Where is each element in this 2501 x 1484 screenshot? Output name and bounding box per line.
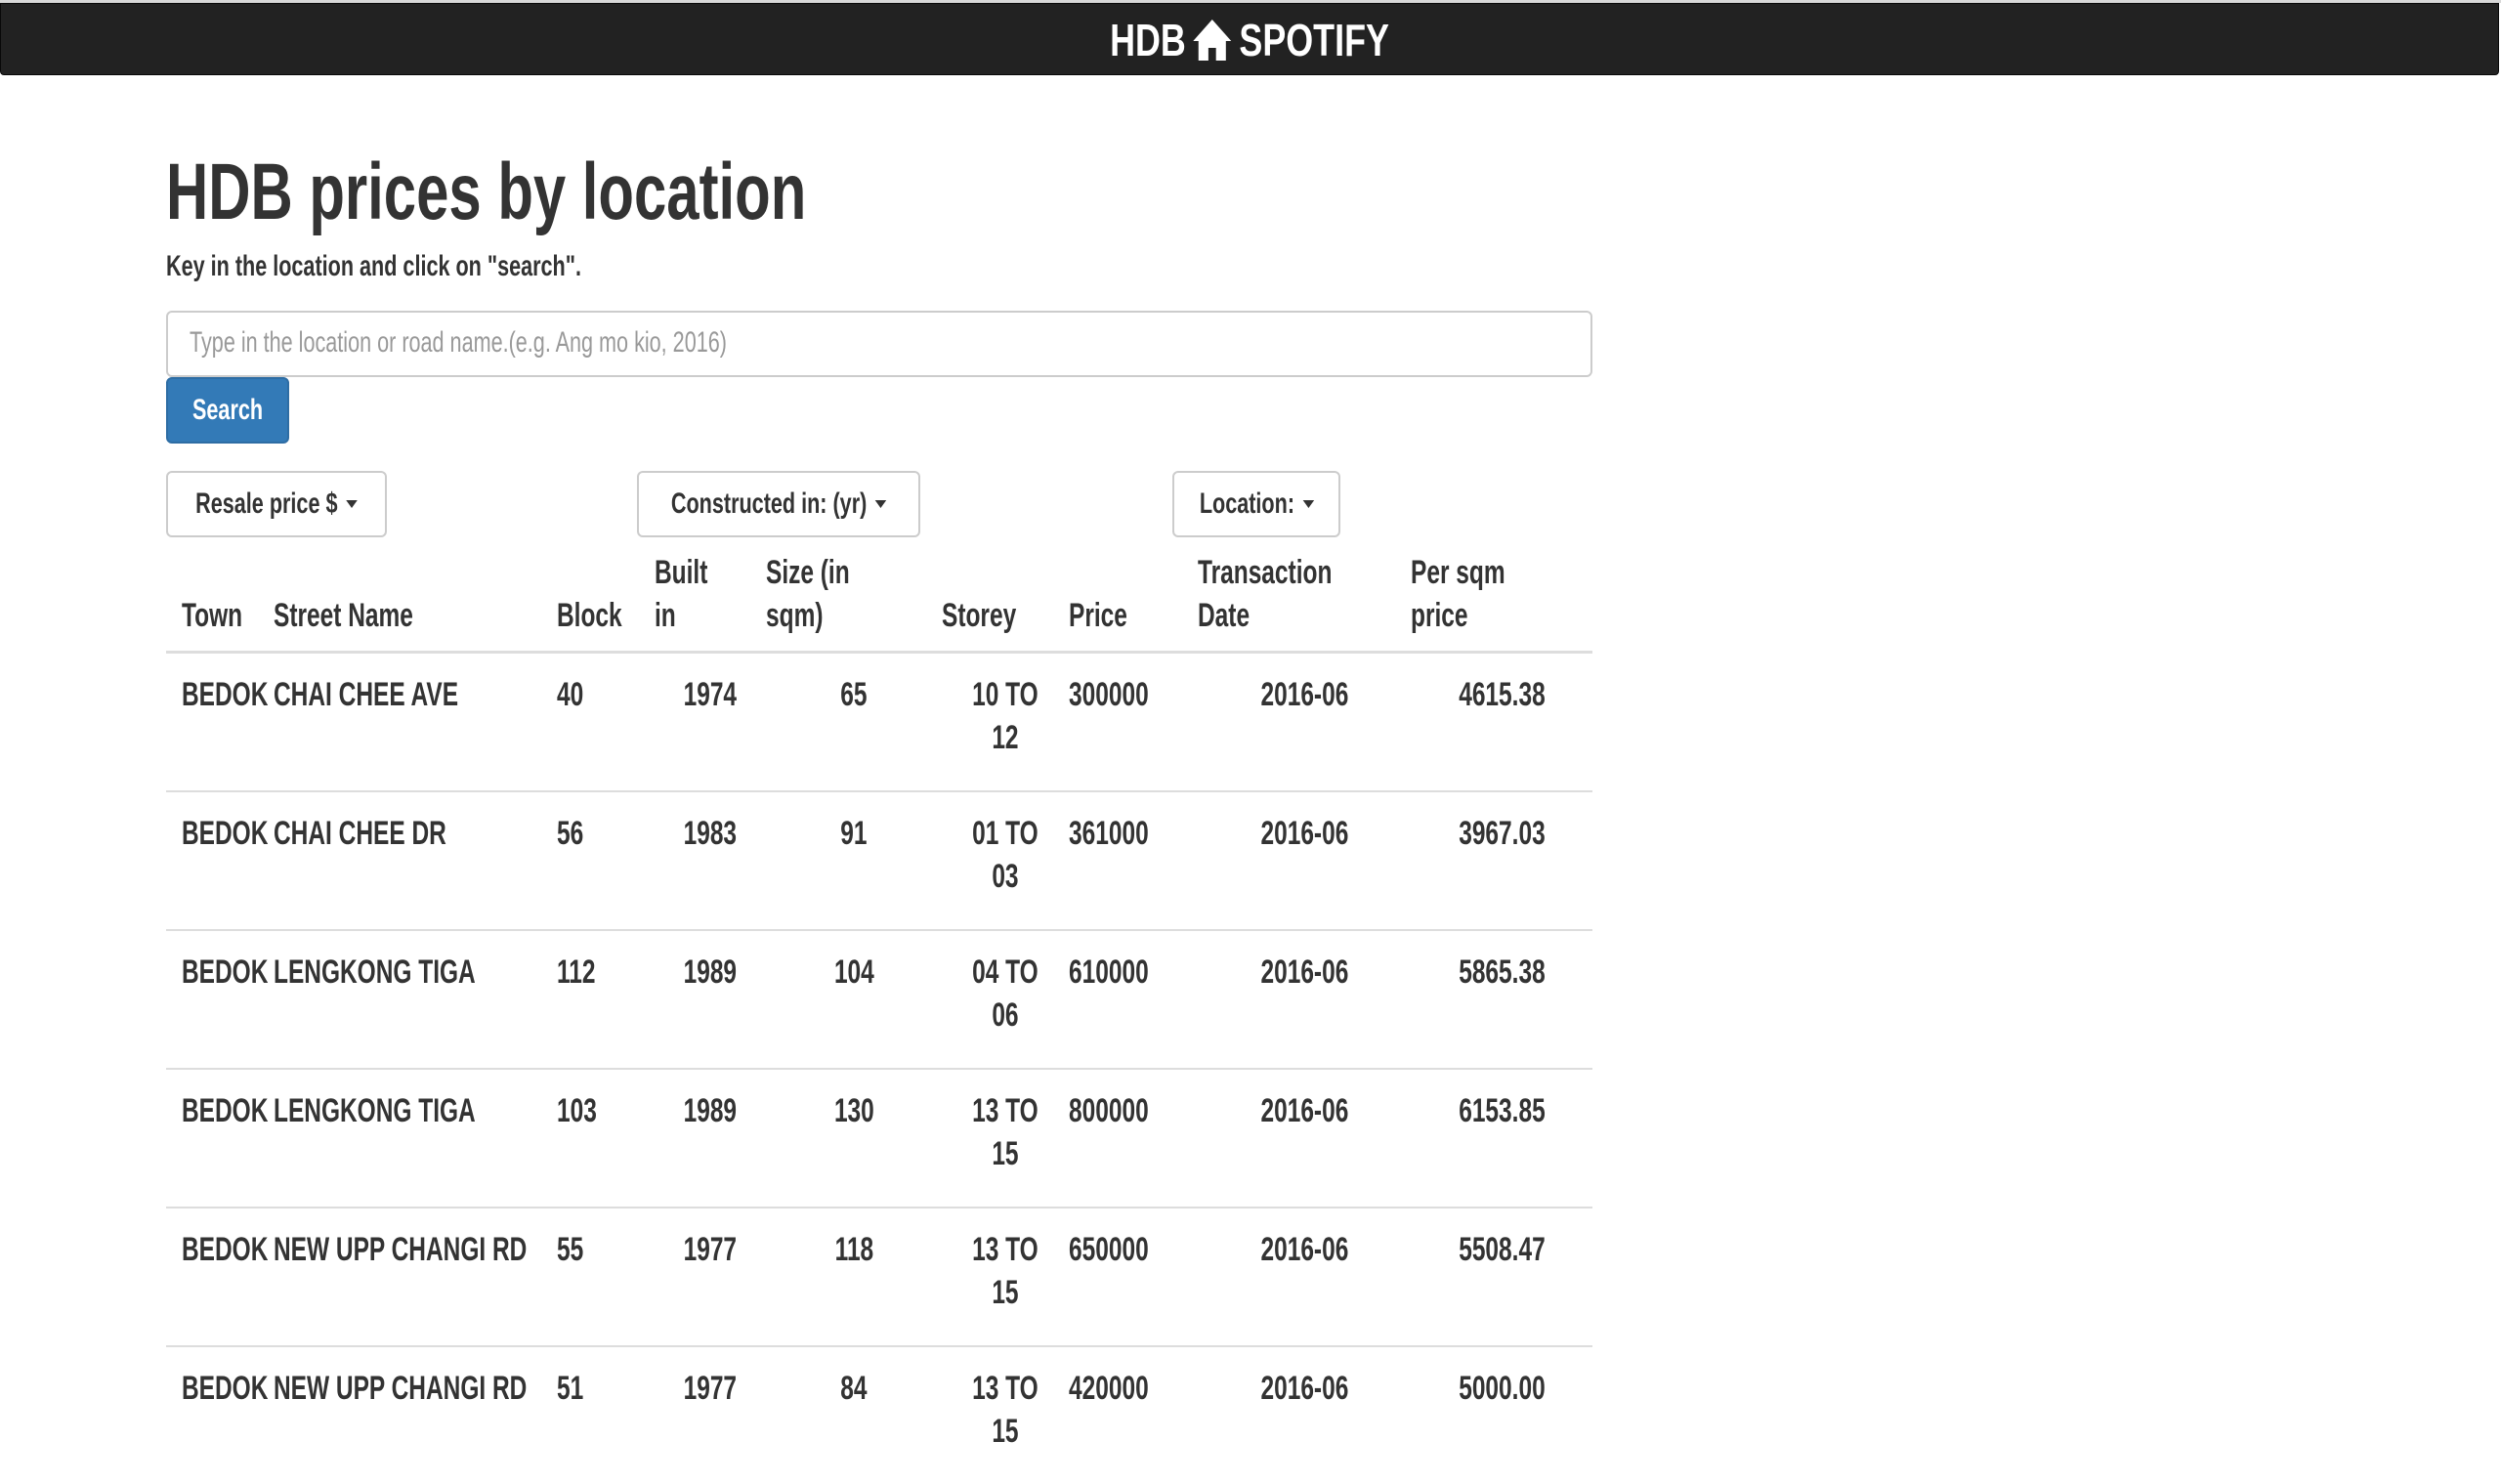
cell-transaction-date: 2016-06 <box>1198 1208 1411 1346</box>
results-table: Town Street Name Block Builtin Size (ins… <box>166 547 1592 1484</box>
cell-street: NEW UPP CHANGI RD <box>274 1346 557 1484</box>
header-size: Size (insqm) <box>766 547 942 653</box>
cell-storey: 01 TO03 <box>942 791 1069 930</box>
cell-price: 650000 <box>1069 1208 1198 1346</box>
cell-built: 1989 <box>655 930 766 1069</box>
page-title: HDB prices by location <box>166 147 806 238</box>
cell-town: BEDOK <box>166 1069 274 1208</box>
search-button-label: Search <box>192 394 263 427</box>
cell-town: BEDOK <box>166 930 274 1069</box>
cell-price: 300000 <box>1069 653 1198 792</box>
cell-per-sqm-price: 4615.38 <box>1411 653 1592 792</box>
cell-block: 55 <box>557 1208 655 1346</box>
header-transaction-date: TransactionDate <box>1198 547 1411 653</box>
navbar: HDB SPOTIFY <box>0 3 2499 75</box>
constructed-year-dropdown[interactable]: Constructed in: (yr) <box>637 471 920 537</box>
cell-block: 40 <box>557 653 655 792</box>
cell-size: 84 <box>766 1346 942 1484</box>
cell-street: LENGKONG TIGA <box>274 930 557 1069</box>
header-block: Block <box>557 547 655 653</box>
cell-price: 800000 <box>1069 1069 1198 1208</box>
header-built: Builtin <box>655 547 766 653</box>
cell-size: 65 <box>766 653 942 792</box>
brand[interactable]: HDB SPOTIFY <box>276 4 2224 76</box>
caret-down-icon <box>346 500 358 508</box>
header-per-sqm-price: Per sqmprice <box>1411 547 1592 653</box>
cell-per-sqm-price: 5000.00 <box>1411 1346 1592 1484</box>
cell-street: CHAI CHEE AVE <box>274 653 557 792</box>
cell-transaction-date: 2016-06 <box>1198 653 1411 792</box>
cell-town: BEDOK <box>166 791 274 930</box>
cell-per-sqm-price: 6153.85 <box>1411 1069 1592 1208</box>
cell-size: 118 <box>766 1208 942 1346</box>
search-button[interactable]: Search <box>166 377 289 444</box>
header-storey: Storey <box>942 547 1069 653</box>
cell-street: LENGKONG TIGA <box>274 1069 557 1208</box>
home-icon <box>1192 18 1233 63</box>
cell-transaction-date: 2016-06 <box>1198 930 1411 1069</box>
search-input[interactable] <box>166 311 1592 377</box>
cell-town: BEDOK <box>166 1346 274 1484</box>
cell-town: BEDOK <box>166 653 274 792</box>
cell-storey: 13 TO15 <box>942 1069 1069 1208</box>
cell-price: 420000 <box>1069 1346 1198 1484</box>
brand-left-text: HDB <box>1110 14 1186 66</box>
cell-street: NEW UPP CHANGI RD <box>274 1208 557 1346</box>
table-row: BEDOKLENGKONG TIGA103198913013 TO1580000… <box>166 1069 1592 1208</box>
cell-storey: 13 TO15 <box>942 1208 1069 1346</box>
cell-storey: 13 TO15 <box>942 1346 1069 1484</box>
table-row: BEDOKLENGKONG TIGA112198910404 TO0661000… <box>166 930 1592 1069</box>
header-price: Price <box>1069 547 1198 653</box>
cell-block: 112 <box>557 930 655 1069</box>
table-row: BEDOKNEW UPP CHANGI RD55197711813 TO1565… <box>166 1208 1592 1346</box>
cell-built: 1989 <box>655 1069 766 1208</box>
resale-price-dropdown[interactable]: Resale price $ <box>166 471 387 537</box>
cell-size: 104 <box>766 930 942 1069</box>
cell-storey: 10 TO12 <box>942 653 1069 792</box>
cell-street: CHAI CHEE DR <box>274 791 557 930</box>
location-dropdown[interactable]: Location: <box>1172 471 1340 537</box>
cell-transaction-date: 2016-06 <box>1198 791 1411 930</box>
brand-right-text: SPOTIFY <box>1239 14 1389 66</box>
cell-storey: 04 TO06 <box>942 930 1069 1069</box>
cell-block: 56 <box>557 791 655 930</box>
cell-size: 91 <box>766 791 942 930</box>
table-body: BEDOKCHAI CHEE AVE4019746510 TO123000002… <box>166 653 1592 1484</box>
cell-per-sqm-price: 3967.03 <box>1411 791 1592 930</box>
caret-down-icon <box>875 500 887 508</box>
cell-built: 1977 <box>655 1346 766 1484</box>
cell-size: 130 <box>766 1069 942 1208</box>
cell-built: 1983 <box>655 791 766 930</box>
cell-built: 1974 <box>655 653 766 792</box>
header-street: Street Name <box>274 547 557 653</box>
instructions-text: Key in the location and click on "search… <box>166 250 581 283</box>
cell-transaction-date: 2016-06 <box>1198 1346 1411 1484</box>
cell-block: 51 <box>557 1346 655 1484</box>
constructed-year-label: Constructed in: (yr) <box>671 488 867 521</box>
caret-down-icon <box>1302 500 1314 508</box>
resale-price-label: Resale price $ <box>195 488 337 521</box>
cell-price: 361000 <box>1069 791 1198 930</box>
table-row: BEDOKCHAI CHEE AVE4019746510 TO123000002… <box>166 653 1592 792</box>
table-row: BEDOKNEW UPP CHANGI RD5119778413 TO15420… <box>166 1346 1592 1484</box>
table-header-row: Town Street Name Block Builtin Size (ins… <box>166 547 1592 653</box>
header-town: Town <box>166 547 274 653</box>
cell-built: 1977 <box>655 1208 766 1346</box>
cell-price: 610000 <box>1069 930 1198 1069</box>
cell-town: BEDOK <box>166 1208 274 1346</box>
cell-per-sqm-price: 5865.38 <box>1411 930 1592 1069</box>
table-row: BEDOKCHAI CHEE DR5619839101 TO0336100020… <box>166 791 1592 930</box>
location-label: Location: <box>1199 488 1293 521</box>
cell-transaction-date: 2016-06 <box>1198 1069 1411 1208</box>
cell-per-sqm-price: 5508.47 <box>1411 1208 1592 1346</box>
cell-block: 103 <box>557 1069 655 1208</box>
